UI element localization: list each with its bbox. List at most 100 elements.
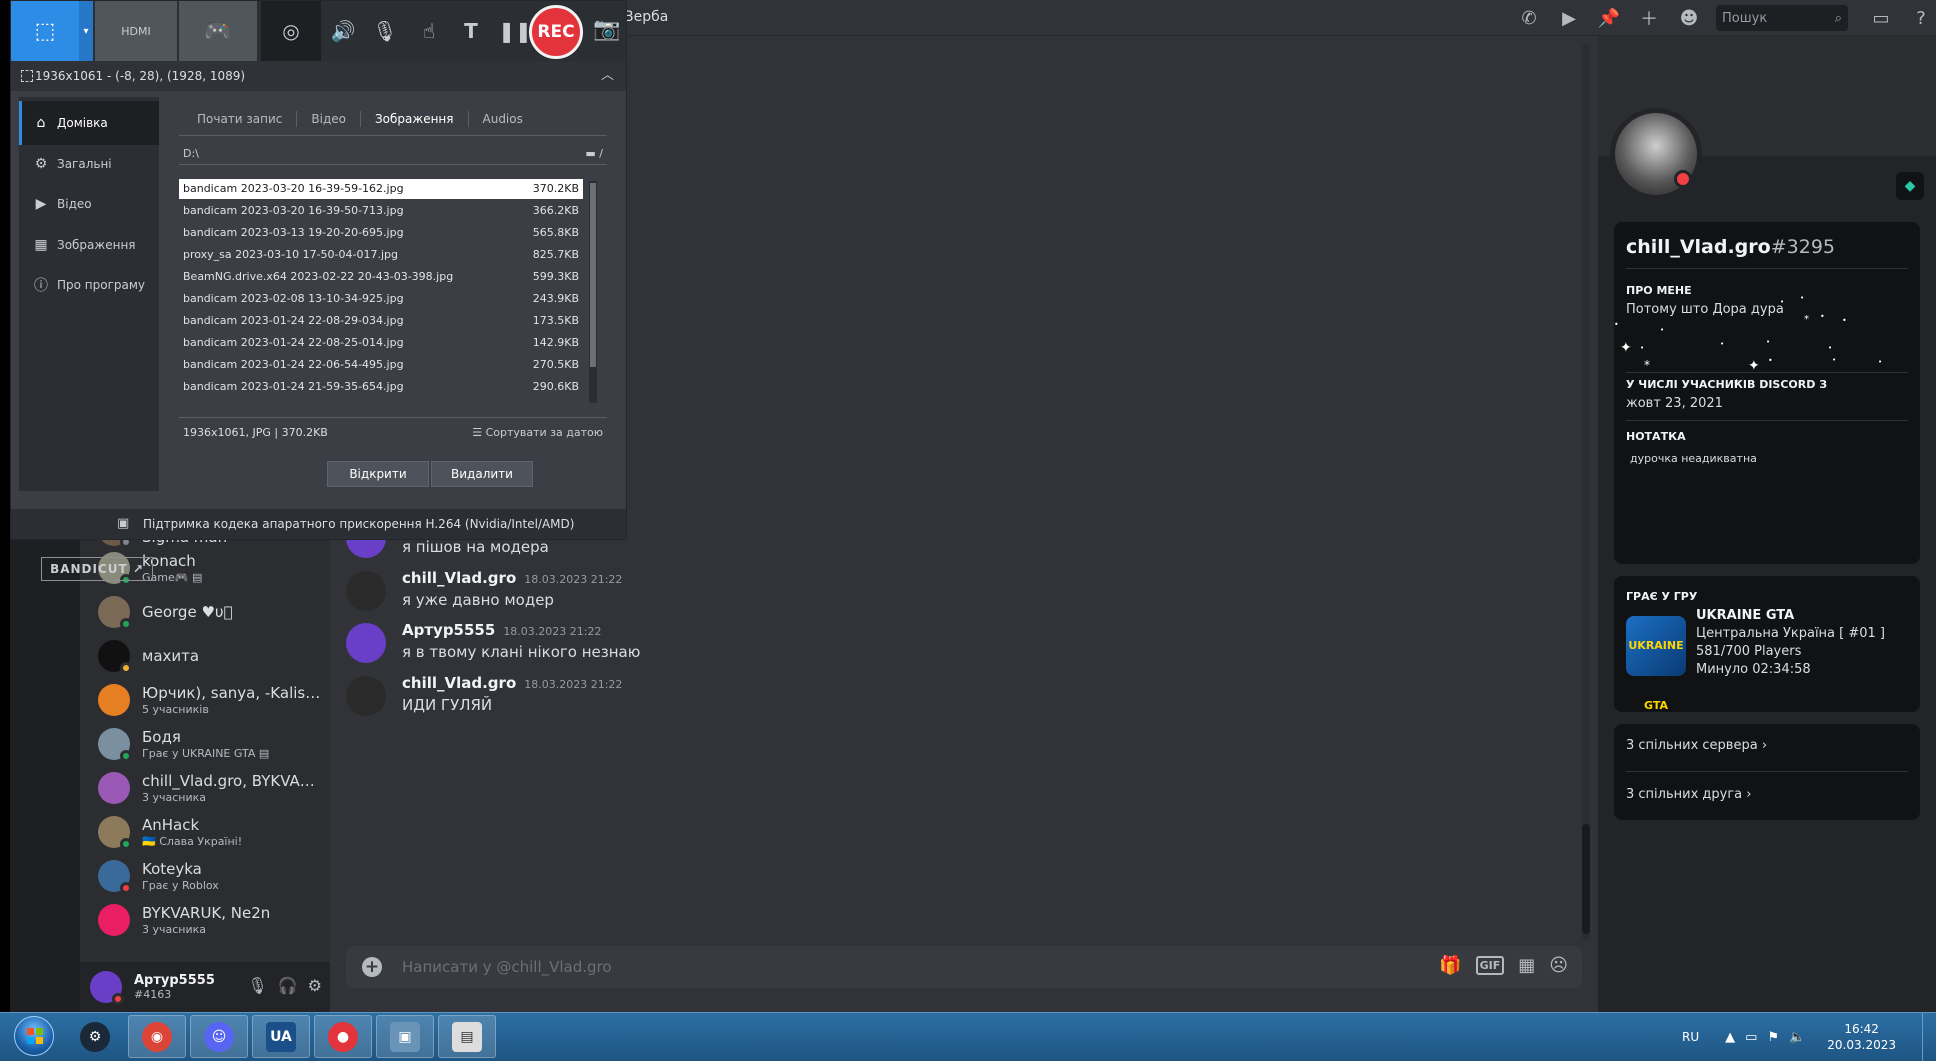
chat-message[interactable]: chill_Vlad.gro 18.03.2023 21:22 ИДИ ГУЛЯЙ: [340, 674, 1340, 734]
folder-icon[interactable]: ▬: [585, 147, 595, 160]
hypesquad-badge-icon[interactable]: ◆: [1896, 172, 1924, 200]
taskbar-bandicam[interactable]: ●: [314, 1015, 372, 1058]
attach-plus-icon[interactable]: +: [362, 957, 382, 977]
file-row[interactable]: bandicam 2023-02-08 13-10-34-925.jpg 243.…: [179, 289, 583, 309]
dm-list-item[interactable]: BYKVARUK, Ne2n 3 учасника: [90, 898, 326, 942]
message-author[interactable]: chill_Vlad.gro: [402, 569, 516, 587]
sticker-icon[interactable]: ▦: [1518, 955, 1535, 976]
microphone-icon[interactable]: 🎙: [247, 976, 267, 995]
show-hidden-icons-icon[interactable]: ▲: [1725, 1030, 1735, 1045]
network-icon[interactable]: ▭: [1745, 1030, 1757, 1045]
webcam-toggle[interactable]: ◎: [261, 1, 321, 61]
nav-video[interactable]: ▶ Відео: [19, 182, 159, 226]
taskbar-discord[interactable]: ☺: [190, 1015, 248, 1058]
mutual-servers-link[interactable]: 3 спільних сервера ›: [1626, 738, 1767, 753]
file-row[interactable]: bandicam 2023-01-24 22-08-25-014.jpg 142.…: [179, 333, 583, 353]
taskbar-ukraine-gta[interactable]: UA: [252, 1015, 310, 1058]
action-center-flag-icon[interactable]: ⚑: [1767, 1030, 1779, 1045]
video-call-icon[interactable]: ▶: [1554, 3, 1584, 33]
taskbar-steam[interactable]: ⚙: [66, 1015, 124, 1058]
tab-1[interactable]: Відео: [297, 111, 361, 127]
footer-message[interactable]: Підтримка кодека апаратного прискорення …: [143, 517, 574, 531]
avatar[interactable]: [90, 971, 124, 1005]
message-author[interactable]: Артур5555: [402, 621, 495, 639]
dm-list-item[interactable]: Koteyka Грає у Roblox: [90, 854, 326, 898]
clock[interactable]: 16:42 20.03.2023: [1827, 1021, 1896, 1053]
help-icon[interactable]: ?: [1906, 3, 1936, 33]
taskbar-photos[interactable]: ▣: [376, 1015, 434, 1058]
dm-list-item[interactable]: Бодя Грає у UKRAINE GTA ▤: [90, 722, 326, 766]
file-scroll-thumb[interactable]: [590, 183, 596, 367]
sort-by-date-button[interactable]: ☰ Сортувати за датою: [472, 422, 603, 444]
taskbar-terminal[interactable]: ▤: [438, 1015, 496, 1058]
taskbar-chrome[interactable]: ◉: [128, 1015, 186, 1058]
cursor-effect-toggle[interactable]: ☝: [407, 1, 451, 61]
message-input[interactable]: Написати у @chill_Vlad.gro: [402, 958, 612, 976]
note-field[interactable]: дурочка неадикватна: [1630, 452, 1757, 465]
search-input[interactable]: Пошук ⌕: [1716, 5, 1848, 31]
message-composer[interactable]: + Написати у @chill_Vlad.gro 🎁 GIF ▦ ☹: [346, 946, 1582, 988]
nav-image[interactable]: ▦ Зображення: [19, 223, 159, 267]
dm-list-item[interactable]: AnHack 🇺🇦 Слава Україні!: [90, 810, 326, 854]
delete-button[interactable]: Видалити: [431, 461, 533, 487]
file-row[interactable]: bandicam 2023-01-24 22-08-29-034.jpg 173.…: [179, 311, 583, 331]
bandicut-link[interactable]: BANDICUT ↗: [41, 557, 153, 581]
tab-3[interactable]: Audios: [469, 111, 537, 127]
file-row[interactable]: bandicam 2023-01-24 22-06-54-495.jpg 270.…: [179, 355, 583, 375]
file-row[interactable]: proxy_sa 2023-03-10 17-50-04-017.jpg 825.…: [179, 245, 583, 265]
chat-message[interactable]: Артур5555 18.03.2023 21:22 я в твому клані…: [340, 621, 1340, 681]
file-row[interactable]: bandicam 2023-01-24 21-59-35-654.jpg 290.…: [179, 377, 583, 397]
dm-list-item[interactable]: махита: [90, 634, 326, 678]
nav-info[interactable]: ⓘ Про програму: [19, 263, 159, 307]
voice-call-icon[interactable]: ✆: [1514, 3, 1544, 33]
dm-list-item[interactable]: Юрчик), sanya, -Kalist... 5 учасників: [90, 678, 326, 722]
hdmi-mode-button[interactable]: HDMI: [95, 1, 177, 61]
output-folder-path[interactable]: D:\ ▬ /: [179, 143, 607, 165]
rec-button[interactable]: REC: [529, 5, 583, 59]
game-title: UKRAINE GTA: [1696, 608, 1795, 623]
avatar[interactable]: [346, 623, 386, 663]
message-author[interactable]: chill_Vlad.gro: [402, 674, 516, 692]
screen-mode-button[interactable]: ⬚: [11, 1, 79, 61]
avatar[interactable]: [346, 676, 386, 716]
headphones-icon[interactable]: 🎧: [278, 976, 298, 995]
file-list-scrollbar[interactable]: [589, 181, 597, 403]
tab-2[interactable]: Зображення: [361, 111, 469, 127]
file-row[interactable]: bandicam 2023-03-13 19-20-20-695.jpg 565.…: [179, 223, 583, 243]
inbox-icon[interactable]: ▭: [1866, 3, 1896, 33]
settings-gear-icon[interactable]: ⚙: [308, 976, 322, 995]
gift-icon[interactable]: 🎁: [1439, 955, 1461, 976]
add-friend-icon[interactable]: ＋: [1634, 3, 1664, 33]
file-row[interactable]: bandicam 2023-03-20 16-39-59-162.jpg 370.…: [179, 179, 583, 199]
avatar[interactable]: [346, 571, 386, 611]
nav-gear[interactable]: ⚙ Загальні: [19, 142, 159, 186]
microphone-toggle[interactable]: 🎙: [363, 1, 407, 61]
speaker-toggle[interactable]: 🔊: [321, 1, 365, 61]
chat-message[interactable]: chill_Vlad.gro 18.03.2023 21:22 я уже давн…: [340, 569, 1340, 629]
tab-0[interactable]: Почати запис: [183, 111, 298, 127]
message-text: я в твому клані нікого незнаю: [402, 643, 641, 661]
file-row[interactable]: bandicam 2023-03-20 16-39-50-713.jpg 366.…: [179, 201, 583, 221]
dm-name: konach: [142, 552, 196, 570]
emoji-icon[interactable]: ☹: [1549, 955, 1568, 976]
start-button[interactable]: [14, 1016, 54, 1056]
chat-scrollbar[interactable]: [1582, 44, 1590, 940]
open-button[interactable]: Відкрити: [327, 461, 429, 487]
screenshot-camera-icon[interactable]: 📷: [593, 17, 620, 42]
dm-list-item[interactable]: chill_Vlad.gro, BYKVAR... 3 учасника: [90, 766, 326, 810]
mode-dropdown-button[interactable]: ▾: [79, 1, 93, 61]
dm-list-item[interactable]: George ♥υ⃝: [90, 590, 326, 634]
user-profile-icon[interactable]: ☻: [1674, 3, 1704, 33]
nav-home[interactable]: ⌂ Домівка: [19, 101, 159, 145]
gif-button[interactable]: GIF: [1475, 956, 1505, 975]
show-desktop-button[interactable]: [1922, 1013, 1936, 1061]
collapse-chevron-icon[interactable]: ︿: [601, 61, 614, 91]
text-overlay-toggle[interactable]: T: [449, 1, 493, 61]
chat-scroll-thumb[interactable]: [1582, 824, 1590, 934]
volume-icon[interactable]: 🔈: [1789, 1030, 1805, 1045]
file-row[interactable]: BeamNG.drive.x64 2023-02-22 20-43-03-398…: [179, 267, 583, 287]
mutual-friends-link[interactable]: 3 спільних друга ›: [1626, 787, 1751, 802]
language-indicator[interactable]: RU: [1682, 1030, 1699, 1044]
game-mode-button[interactable]: 🎮: [179, 1, 257, 61]
pinned-messages-icon[interactable]: 📌: [1594, 3, 1624, 33]
